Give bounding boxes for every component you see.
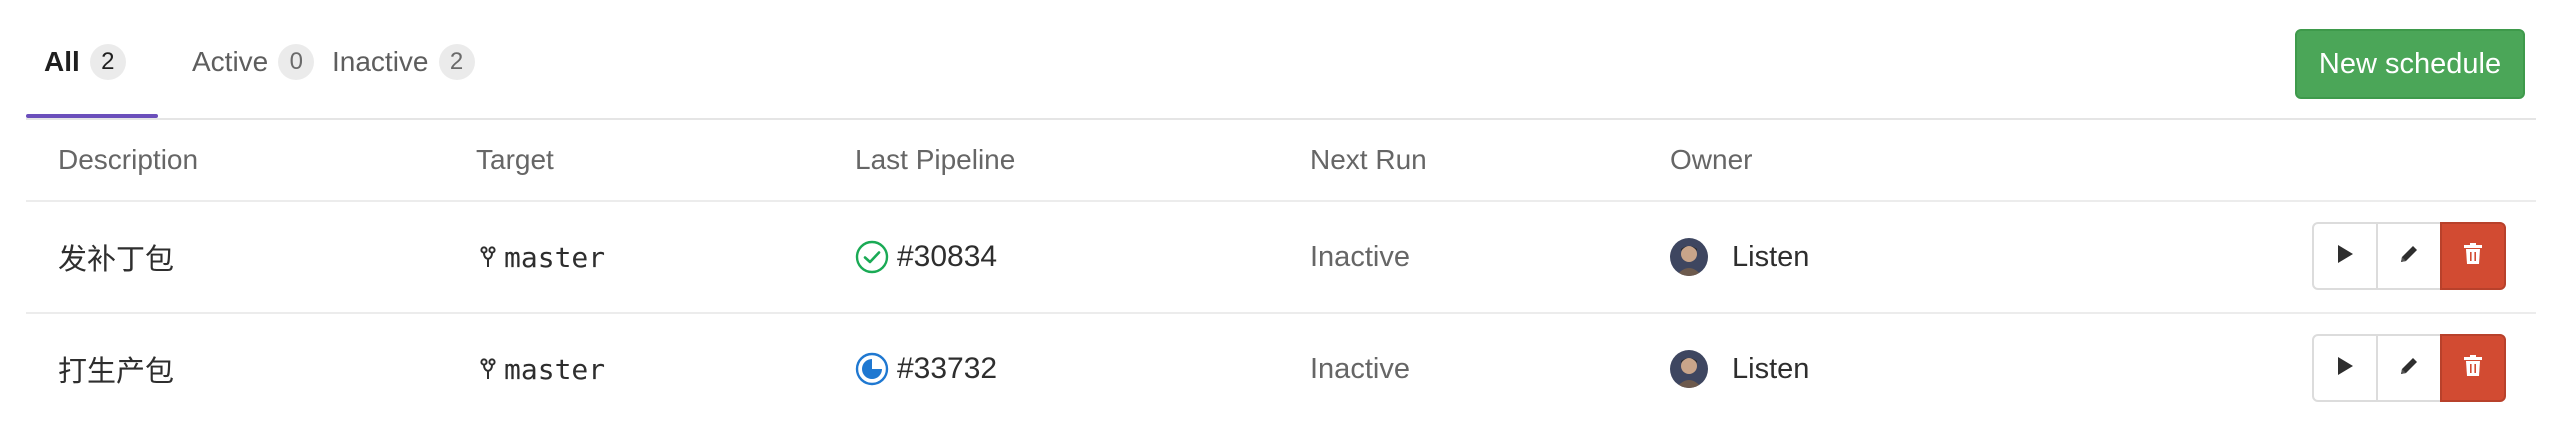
tab-inactive[interactable]: Inactive 2 <box>332 36 475 114</box>
owner-cell[interactable]: Listen <box>1670 314 1809 424</box>
row-actions <box>2312 222 2506 290</box>
row-actions <box>2312 334 2506 402</box>
table-row: 打生产包 master #33732 Inactive Listen <box>26 314 2536 424</box>
schedule-tabs: All 2 Active 0 Inactive 2 <box>26 0 2536 120</box>
pipeline-link[interactable]: #30834 <box>897 240 997 274</box>
target-cell: master <box>480 314 605 424</box>
pipeline-link[interactable]: #33732 <box>897 352 997 386</box>
header-target: Target <box>476 144 554 175</box>
tab-all-label: All <box>44 46 80 77</box>
tab-inactive-label: Inactive <box>332 46 429 77</box>
new-schedule-button[interactable]: New schedule <box>2295 29 2525 99</box>
avatar <box>1670 238 1708 276</box>
avatar <box>1670 350 1708 388</box>
edit-button[interactable] <box>2376 334 2442 402</box>
running-status-icon[interactable] <box>855 352 889 386</box>
pipeline-schedules-page: All 2 Active 0 Inactive 2 New schedule D… <box>0 0 2566 444</box>
schedule-description: 发补丁包 <box>58 244 175 276</box>
schedule-description: 打生产包 <box>58 356 175 388</box>
header-last-pipeline: Last Pipeline <box>855 144 1016 175</box>
header-description: Description <box>58 144 199 175</box>
target-cell: master <box>480 202 605 312</box>
check-circle-icon[interactable] <box>855 240 889 274</box>
edit-button[interactable] <box>2376 222 2442 290</box>
play-button[interactable] <box>2312 222 2378 290</box>
delete-button[interactable] <box>2440 334 2506 402</box>
git-branch-icon <box>480 357 496 381</box>
trash-icon <box>2463 242 2483 271</box>
last-pipeline-cell: #33732 <box>855 314 997 424</box>
tab-active-count-badge: 0 <box>278 44 315 80</box>
owner-name: Listen <box>1732 240 1810 273</box>
target-branch-link[interactable]: master <box>504 353 605 386</box>
pencil-icon <box>2397 242 2421 271</box>
last-pipeline-cell: #30834 <box>855 202 997 312</box>
tab-active[interactable]: Active 0 <box>166 36 315 114</box>
play-icon <box>2335 355 2355 382</box>
owner-cell[interactable]: Listen <box>1670 202 1809 312</box>
table-header: Description Target Last Pipeline Next Ru… <box>26 120 2536 202</box>
git-branch-icon <box>480 245 496 269</box>
delete-button[interactable] <box>2440 222 2506 290</box>
tab-all-count-badge: 2 <box>89 44 126 80</box>
tab-active-label: Active <box>192 46 269 77</box>
header-owner: Owner <box>1670 144 1753 175</box>
pencil-icon <box>2397 354 2421 383</box>
trash-icon <box>2463 354 2483 383</box>
tab-inactive-count-badge: 2 <box>438 44 475 80</box>
play-button[interactable] <box>2312 334 2378 402</box>
table-row: 发补丁包 master #30834 Inactive Listen <box>26 202 2536 314</box>
next-run-status: Inactive <box>1310 352 1410 385</box>
header-next-run: Next Run <box>1310 144 1427 175</box>
tab-all[interactable]: All 2 <box>26 36 158 118</box>
play-icon <box>2335 243 2355 270</box>
owner-name: Listen <box>1732 352 1810 385</box>
target-branch-link[interactable]: master <box>504 241 605 274</box>
next-run-status: Inactive <box>1310 240 1410 273</box>
